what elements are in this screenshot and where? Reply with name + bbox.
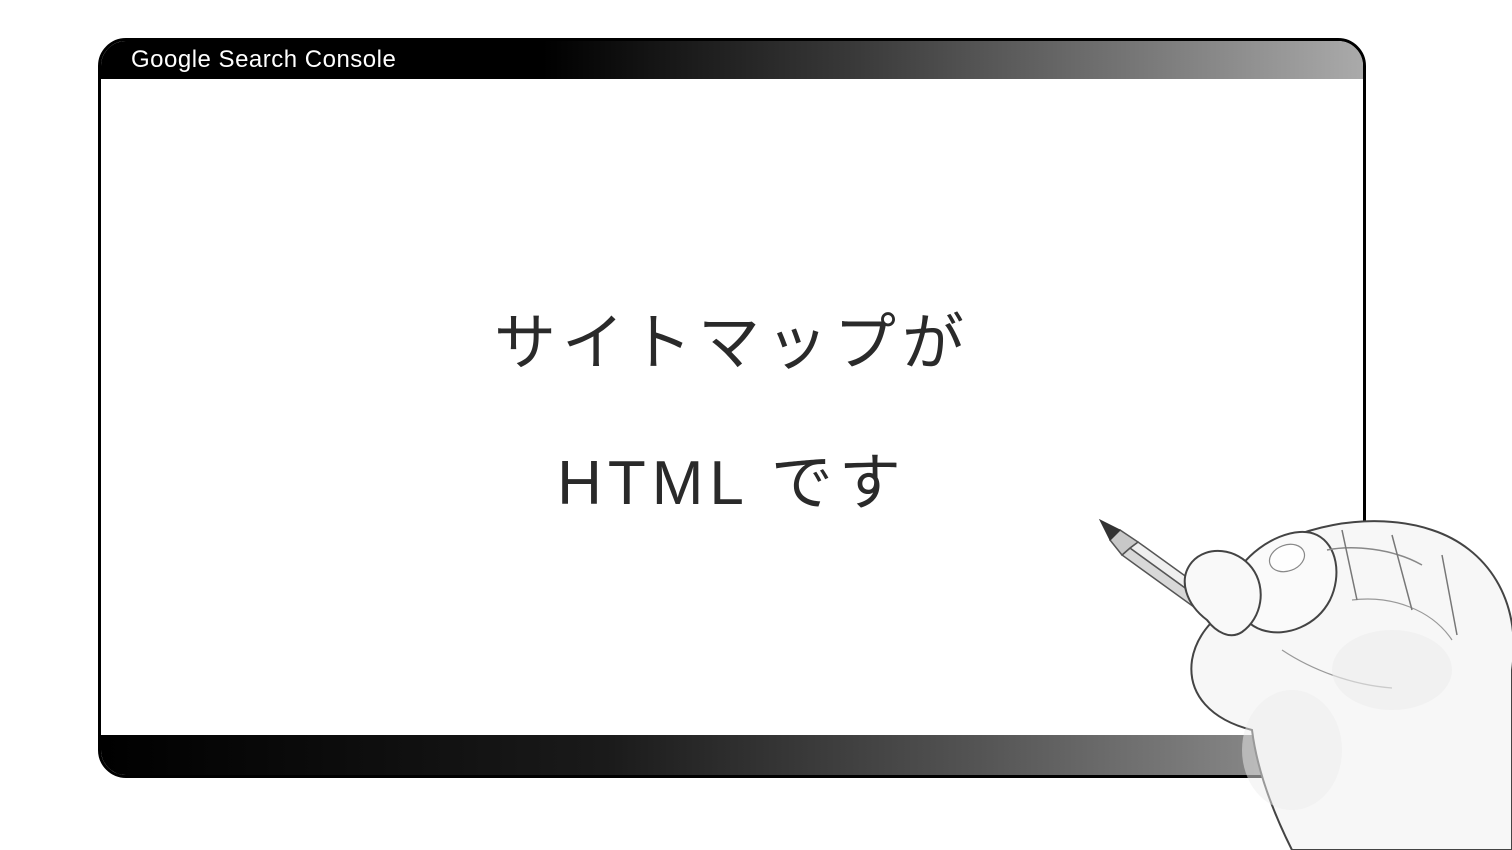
app-window: Google Search Console サイトマップが HTML です bbox=[98, 38, 1366, 778]
message-line-2: HTML です bbox=[557, 432, 907, 522]
content-area: サイトマップが HTML です bbox=[101, 79, 1363, 735]
message-line-1: サイトマップが bbox=[494, 292, 970, 382]
window-title: Google Search Console bbox=[131, 46, 396, 74]
titlebar: Google Search Console bbox=[101, 41, 1363, 79]
bottombar bbox=[101, 735, 1363, 775]
